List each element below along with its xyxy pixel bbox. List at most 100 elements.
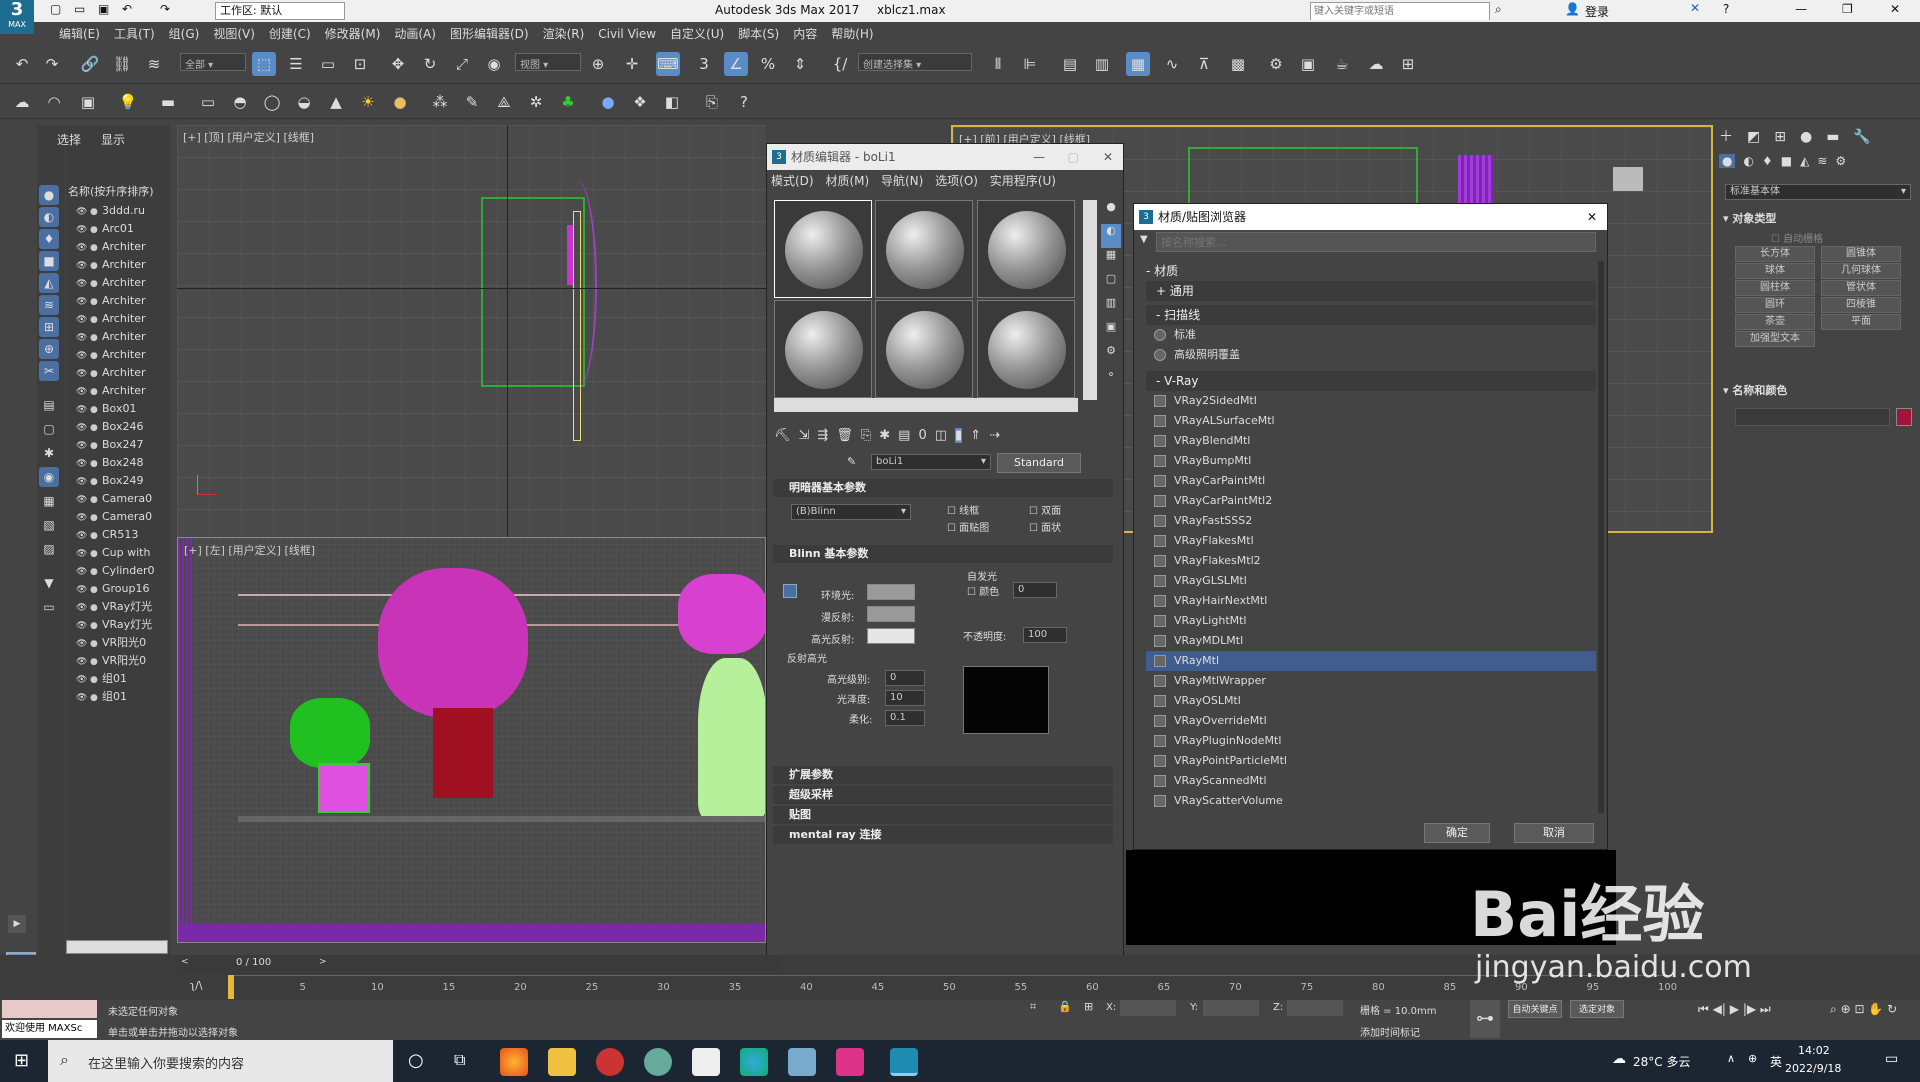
app-icon-b[interactable]	[644, 1048, 672, 1076]
menu-item[interactable]: 帮助(H)	[824, 22, 880, 45]
visibility-eye-icon[interactable]: 👁	[76, 545, 90, 562]
explorer-row[interactable]: 👁 ● Camera0	[66, 508, 170, 526]
explorer-row[interactable]: 👁 ● Box248	[66, 454, 170, 472]
create-object-button[interactable]: 圆环	[1735, 297, 1815, 313]
visibility-eye-icon[interactable]: 👁	[76, 437, 90, 454]
keyboard-shortcut-icon[interactable]: ⌨	[656, 52, 680, 76]
material-sphere-icon[interactable]: ●	[596, 90, 620, 114]
sample-slot[interactable]	[977, 200, 1075, 298]
ies-light-icon[interactable]: ▲	[324, 90, 348, 114]
visibility-eye-icon[interactable]: 👁	[76, 635, 90, 652]
app-icon-c[interactable]	[692, 1048, 720, 1076]
maximize-button[interactable]: ▢	[1068, 144, 1079, 170]
create-object-button[interactable]: 茶壶	[1735, 314, 1815, 330]
create-object-button[interactable]: 圆柱体	[1735, 280, 1815, 296]
utilities-tab-icon[interactable]: 🔧	[1853, 129, 1870, 145]
sample-slot[interactable]	[875, 200, 973, 298]
y-coord-field[interactable]	[1203, 1000, 1259, 1016]
spinner-snap-icon[interactable]: ⇕	[788, 52, 812, 76]
fur-icon[interactable]: ⁂	[428, 90, 452, 114]
display-all-icon[interactable]: ▤	[39, 395, 59, 415]
material-type-item[interactable]: VRay2SidedMtl	[1146, 391, 1596, 411]
rotate-icon[interactable]: ↻	[418, 52, 442, 76]
explorer-row[interactable]: 👁 ● Architer	[66, 364, 170, 382]
autogrid-checkbox[interactable]: ☐ 自动栅格	[1771, 230, 1823, 245]
app-icon-d[interactable]	[788, 1048, 816, 1076]
menu-item[interactable]: Civil View	[591, 24, 663, 44]
explorer-row[interactable]: 👁 ● Architer	[66, 292, 170, 310]
shader-rollout[interactable]: 明暗器基本参数	[773, 479, 1113, 497]
task-view-icon[interactable]: ⧉	[454, 1050, 465, 1070]
visibility-eye-icon[interactable]: 👁	[76, 599, 90, 616]
plant-icon[interactable]: ♣	[556, 90, 580, 114]
material-type-item[interactable]: VRayMDLMtl	[1146, 631, 1596, 651]
link-icon[interactable]: 🔗	[78, 52, 102, 76]
unlink-icon[interactable]: ⛓	[110, 52, 134, 76]
convert-icon[interactable]: ◧	[660, 90, 684, 114]
material-type-item[interactable]: VRayPointParticleMtl	[1146, 751, 1596, 771]
select-manipulate-icon[interactable]: ✛	[620, 52, 644, 76]
browser-options-icon[interactable]: ▼	[1140, 234, 1148, 245]
save-icon[interactable]: ▣	[98, 2, 109, 16]
visibility-eye-icon[interactable]: 👁	[76, 347, 90, 364]
filter-spacewarps-icon[interactable]: ≋	[39, 295, 59, 315]
viewport-left[interactable]: [+] [左] [用户定义] [线框]	[177, 537, 766, 943]
sample-slot[interactable]	[774, 300, 872, 398]
soften-spinner[interactable]: 0.1	[885, 710, 925, 726]
backlight-icon[interactable]: ◐	[1101, 224, 1121, 248]
zoom-extents-icon[interactable]: ⊡	[1854, 1002, 1864, 1016]
window-crossing-icon[interactable]: ⊡	[348, 52, 372, 76]
go-end-icon[interactable]: ⏭	[1760, 1002, 1771, 1016]
menu-item[interactable]: 图形编辑器(D)	[443, 22, 536, 45]
dome-icon[interactable]: ◓	[228, 90, 252, 114]
visibility-eye-icon[interactable]: 👁	[76, 563, 90, 580]
create-object-button[interactable]: 圆锥体	[1821, 246, 1901, 262]
create-object-button[interactable]: 四棱锥	[1821, 297, 1901, 313]
schematic-icon[interactable]: ⊼	[1192, 52, 1216, 76]
align-icon[interactable]: ⊫	[1018, 52, 1042, 76]
select-object-icon[interactable]: ⬚	[252, 52, 276, 76]
material-type-item[interactable]: 标准	[1146, 325, 1596, 345]
visibility-eye-icon[interactable]: 👁	[76, 581, 90, 598]
object-type-rollout[interactable]: ▾ 对象类型	[1723, 210, 1913, 226]
explorer-row[interactable]: 👁 ● VR阳光0	[66, 634, 170, 652]
material-type-button[interactable]: Standard	[997, 453, 1081, 473]
undo-icon[interactable]: ↶	[122, 2, 132, 16]
z-coord-field[interactable]	[1287, 1000, 1343, 1016]
explorer-row[interactable]: 👁 ● Box246	[66, 418, 170, 436]
next-frame-icon[interactable]: |▶	[1743, 1002, 1756, 1016]
sphere-light-icon[interactable]: ◯	[260, 90, 284, 114]
diffuse-swatch[interactable]	[867, 606, 915, 622]
material-type-item[interactable]: VRayPluginNodeMtl	[1146, 731, 1596, 751]
frame-buffer-icon[interactable]: ▣	[76, 90, 100, 114]
auto-key-button[interactable]: 自动关键点	[1508, 1000, 1562, 1018]
app-icon-e[interactable]	[836, 1048, 864, 1076]
self-illum-color-checkbox[interactable]: ☐ 颜色	[967, 583, 999, 598]
material-type-item[interactable]: VRayLightMtl	[1146, 611, 1596, 631]
maxscript-welcome[interactable]: 欢迎使用 MAXSc	[2, 1020, 97, 1038]
category-vray[interactable]: - V-Ray	[1146, 371, 1596, 391]
material-type-item[interactable]: VRayCarPaintMtl2	[1146, 491, 1596, 511]
folder-icon[interactable]: ▭	[39, 597, 59, 617]
column-header[interactable]: 名称(按升序排序)	[68, 183, 170, 199]
menu-item[interactable]: 修改器(M)	[318, 22, 388, 45]
explorer-row[interactable]: 👁 ● VR阳光0	[66, 652, 170, 670]
create-object-button[interactable]: 球体	[1735, 263, 1815, 279]
export-icon[interactable]: ⎘	[700, 90, 724, 114]
visibility-eye-icon[interactable]: 👁	[76, 653, 90, 670]
plane-icon[interactable]: ▭	[196, 90, 220, 114]
tab-display[interactable]: 显示	[101, 131, 125, 148]
material-editor-icon[interactable]: ▩	[1226, 52, 1250, 76]
visibility-eye-icon[interactable]: 👁	[76, 203, 90, 220]
visibility-eye-icon[interactable]: 👁	[76, 527, 90, 544]
visibility-eye-icon[interactable]: 👁	[76, 239, 90, 256]
move-icon[interactable]: ✥	[386, 52, 410, 76]
plane-geo-icon[interactable]: ⟁	[492, 90, 516, 114]
display-none-icon[interactable]: ▢	[39, 419, 59, 439]
create-object-button[interactable]: 加强型文本	[1735, 331, 1815, 347]
explorer-row[interactable]: ▶ 👁● Architer	[66, 274, 170, 292]
ambient-light-icon[interactable]: ●	[388, 90, 412, 114]
material-type-item[interactable]: VRayBumpMtl	[1146, 451, 1596, 471]
go-start-icon[interactable]: ⏮	[1698, 1002, 1709, 1016]
sun-icon[interactable]: ☀	[356, 90, 380, 114]
